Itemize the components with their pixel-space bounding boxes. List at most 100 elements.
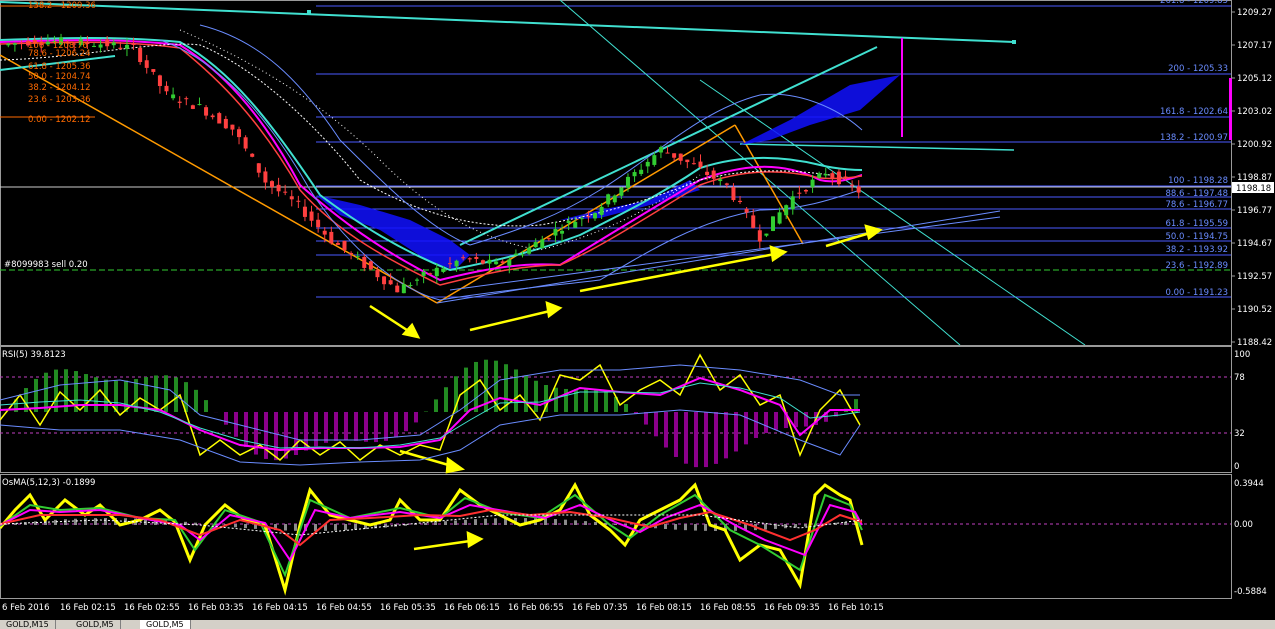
fib-labels-right: 261.8 - 1209.85 200 - 1205.33 161.8 - 1202…	[1160, 0, 1228, 298]
rsi-hist-bar	[474, 361, 478, 412]
candle-body	[111, 42, 116, 46]
osma-hist-bar	[54, 519, 57, 525]
time-axis-label: 16 Feb 08:15	[636, 603, 692, 613]
candle-body	[177, 101, 182, 103]
osma-line-magenta	[0, 503, 863, 562]
candle-body	[302, 206, 307, 217]
candle-body	[243, 137, 248, 149]
candle-body	[388, 280, 393, 285]
price-marker-magenta	[1229, 78, 1232, 140]
candle-body	[803, 190, 808, 192]
price-axis-label: 1198.87	[1237, 173, 1272, 183]
candle-body	[355, 256, 360, 258]
price-axis-label: 1192.57	[1237, 272, 1272, 282]
osma-line-green	[0, 493, 863, 578]
candle-body	[672, 153, 677, 158]
fib-right-label: 161.8 - 1202.64	[1160, 107, 1228, 117]
chart-tabs: GOLD,M15 GOLD,M5 GOLD,M5	[0, 620, 1275, 629]
candle-body	[421, 271, 426, 276]
candle-body	[237, 129, 242, 138]
candle-body	[757, 230, 762, 242]
osma-line-red	[0, 508, 863, 547]
osma-hist-bar	[494, 518, 497, 525]
rsi-axis-label: 78	[1234, 373, 1245, 383]
fib-right-label: 200 - 1205.33	[1168, 64, 1228, 74]
candle-body	[678, 153, 683, 161]
candle-body	[632, 172, 637, 177]
candle-body	[335, 242, 340, 245]
candle-body	[250, 153, 255, 157]
candle-body	[283, 191, 288, 193]
candle-body	[856, 186, 861, 193]
fib-right-label: 61.8 - 1195.59	[1165, 219, 1228, 229]
fib-right-label: 261.8 - 1209.85	[1160, 0, 1228, 6]
candle-body	[790, 196, 795, 210]
rsi-band-blue	[0, 364, 860, 441]
rsi-hist-bar	[144, 377, 148, 412]
rsi-hist-bar	[334, 412, 338, 441]
candle-body	[91, 45, 96, 47]
time-axis-label: 16 Feb 06:15	[444, 603, 500, 613]
rsi-hist-bar	[44, 372, 48, 412]
rsi-hist-bar	[444, 387, 448, 412]
osma-hist-bar	[74, 518, 77, 525]
osma-hist-bar	[684, 524, 687, 531]
osma-hist-bar	[674, 524, 677, 530]
rsi-axis: 100 78 32 0	[1234, 350, 1250, 472]
chart-tab[interactable]: GOLD,M5	[140, 620, 191, 629]
rsi-line-cyan	[0, 382, 861, 449]
candle-body	[362, 256, 367, 268]
price-axis-label: 1205.12	[1237, 74, 1272, 84]
candle-body	[764, 233, 769, 236]
rsi-hist-bar	[194, 389, 198, 412]
candle-body	[131, 43, 136, 45]
candle-body	[401, 284, 406, 294]
fib-right-label: 100 - 1198.28	[1168, 176, 1228, 186]
price-axis-label: 1196.77	[1237, 206, 1272, 216]
candle-body	[573, 221, 578, 228]
candle-body	[6, 43, 11, 46]
candle-body	[480, 260, 485, 264]
time-axis-label: 6 Feb 2016	[2, 603, 50, 613]
candle-body	[276, 184, 281, 192]
chart-tab[interactable]: GOLD,M5	[70, 620, 121, 629]
fib-left-label: 50.0 - 1204.74	[28, 72, 91, 82]
rsi-hist-bar	[594, 389, 598, 412]
candle-body	[204, 107, 209, 116]
osma-axis-label: 0.00	[1234, 520, 1253, 530]
fib-left-label: 0.00 - 1202.12	[28, 115, 91, 125]
candle-body	[817, 173, 822, 178]
chart-tab[interactable]: GOLD,M15	[0, 620, 56, 629]
price-axis-label: 1209.27	[1237, 8, 1272, 18]
osma-hist-bar	[84, 518, 87, 525]
rsi-hist-bar	[434, 399, 438, 412]
candle-body	[619, 187, 624, 196]
candle-body	[316, 219, 321, 228]
osma-hist-bar	[34, 521, 37, 525]
candle-body	[467, 258, 472, 260]
candle-body	[230, 124, 235, 130]
rsi-hist-bar	[514, 369, 518, 412]
candle-body	[711, 170, 716, 179]
candle-body	[810, 179, 815, 187]
candle-body	[329, 231, 334, 244]
candle-body	[527, 247, 532, 254]
osma-hist-bar	[554, 519, 557, 525]
time-axis-label: 16 Feb 08:55	[700, 603, 756, 613]
time-axis-label: 16 Feb 02:15	[60, 603, 116, 613]
candle-body	[19, 42, 24, 44]
rsi-axis-label: 100	[1234, 350, 1250, 360]
candle-body	[184, 98, 189, 100]
time-axis-label: 16 Feb 09:35	[764, 603, 820, 613]
rsi-hist-bar	[264, 412, 268, 459]
rsi-hist-bar	[584, 389, 588, 412]
candle-body	[691, 163, 696, 165]
rsi-hist-bar	[734, 412, 738, 452]
price-axis: 1209.27 1207.17 1205.12 1203.02 1200.92 1198.…	[1231, 8, 1272, 348]
candle-body	[546, 238, 551, 240]
osma-hist-bar	[544, 518, 547, 525]
trading-chart[interactable]: 1209.27 1207.17 1205.12 1203.02 1200.92 1198.…	[0, 0, 1275, 620]
rsi-hist-bar	[604, 392, 608, 412]
candle-body	[639, 169, 644, 174]
price-axis-label: 1200.92	[1237, 140, 1272, 150]
